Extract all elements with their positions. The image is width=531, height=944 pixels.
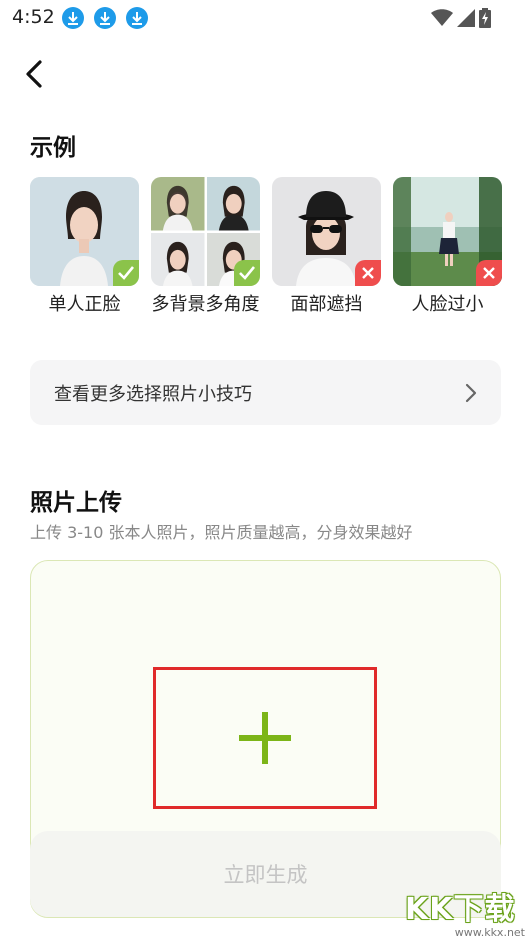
example-multi-background[interactable]: 多背景多角度 [151,177,260,316]
site-watermark: KK下载 www.kkx.net [405,884,525,942]
status-indicators [431,7,491,29]
example-label: 单人正脸 [48,294,121,315]
example-single-front-face[interactable]: 单人正脸 [30,177,139,316]
download-icon [94,7,116,29]
photo-tips-label: 查看更多选择照片小技巧 [54,383,252,405]
status-time: 4:52 [12,6,55,28]
signal-icon [457,9,475,27]
plus-icon [239,712,291,764]
example-label: 面部遮挡 [290,294,363,315]
status-bar: 4:52 [0,0,531,36]
example-thumbnail [151,177,260,286]
suitable-check-icon [234,260,260,286]
unsuitable-cross-icon [476,260,502,286]
example-thumbnail [393,177,502,286]
photo-tips-link[interactable]: 查看更多选择照片小技巧 [30,360,501,425]
download-icon [62,7,84,29]
suitable-check-icon [113,260,139,286]
back-button[interactable] [18,58,50,90]
example-face-obstructed[interactable]: 面部遮挡 [272,177,381,316]
chevron-right-icon [465,383,477,402]
upload-title: 照片上传 [30,490,122,516]
example-thumbnail [30,177,139,286]
example-face-too-small[interactable]: 人脸过小 [393,177,502,316]
screen: 4:52 示例 单人正脸 多背景多角度 面部遮挡 人脸过小 查看更多选择照片小技… [0,0,531,944]
watermark-logo: KK下载 [405,892,516,927]
back-arrow-icon [26,60,42,88]
battery-charging-icon [479,8,491,28]
download-icon [126,7,148,29]
wifi-icon [431,9,453,26]
unsuitable-cross-icon [355,260,381,286]
example-thumbnail [272,177,381,286]
example-label: 多背景多角度 [151,294,260,315]
upload-subtitle: 上传 3-10 张本人照片，照片质量越高，分身效果越好 [30,523,413,542]
example-label: 人脸过小 [411,294,484,315]
examples-title: 示例 [30,135,76,161]
add-photo-button[interactable] [153,667,377,809]
